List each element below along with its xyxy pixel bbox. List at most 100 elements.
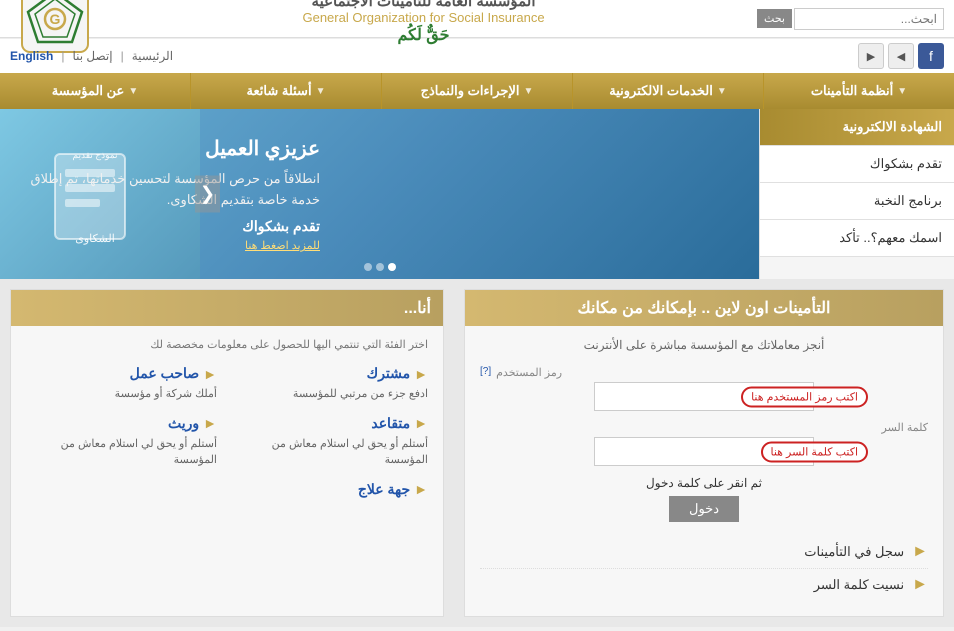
main-nav: ▼ أنظمة التأمينات ▼ الخدمات الالكترونية … bbox=[0, 73, 954, 109]
ana-cat-retired: ► متقاعد أستلم أو يحق لي استلام معاش من … bbox=[237, 415, 428, 469]
nav-item-label-4: أسئلة شائعة bbox=[247, 83, 312, 99]
login-actions: ثم انقر على كلمة دخول دخول bbox=[480, 476, 928, 522]
separator-1: | bbox=[121, 49, 124, 63]
online-insurance-panel: التأمينات اون لاين .. بإمكانك من مكانك أ… bbox=[464, 289, 944, 617]
ana-cat-title-subscriber[interactable]: ► مشترك bbox=[237, 365, 428, 382]
logo-text: المؤسسة العامة للتأمينات الاجتماعية Gene… bbox=[302, 0, 544, 45]
quick-link-label-1: سجل في التأمينات bbox=[804, 544, 904, 560]
search-area: بحث bbox=[757, 8, 944, 30]
ana-subtitle: اختر الفئة التي تنتمي اليها للحصول على م… bbox=[26, 338, 428, 351]
ana-cat-title-heir[interactable]: ► وريث bbox=[26, 415, 217, 432]
arabic-title: المؤسسة العامة للتأمينات الاجتماعية bbox=[302, 0, 544, 10]
contact-link[interactable]: إتصل بنا bbox=[72, 49, 112, 63]
nav-item-label-1: أنظمة التأمينات bbox=[811, 83, 893, 99]
cat-label-medical: جهة علاج bbox=[358, 481, 410, 498]
quick-link-forgot-password[interactable]: ► نسيت كلمة السر bbox=[480, 569, 928, 601]
nav-item-insurance-systems[interactable]: ▼ أنظمة التأمينات bbox=[763, 73, 954, 109]
side-panel-item-complaint[interactable]: تقدم بشكواك bbox=[760, 146, 954, 183]
cat-desc-retired: أستلم أو يحق لي استلام معاش من المؤسسة bbox=[237, 436, 428, 469]
ana-cat-title-employer[interactable]: ► صاحب عمل bbox=[26, 365, 217, 382]
svg-text:G: G bbox=[50, 11, 61, 27]
side-panel: الشهادة الالكترونية تقدم بشكواك برنامج ا… bbox=[759, 109, 954, 279]
nav-links-right: الرئيسية | إتصل بنا | English bbox=[10, 49, 173, 63]
login-hint: ثم انقر على كلمة دخول bbox=[480, 476, 928, 490]
nav-arrow-1: ▼ bbox=[897, 86, 907, 97]
password-label: كلمة السر bbox=[480, 421, 928, 434]
quick-link-register[interactable]: ► سجل في التأمينات bbox=[480, 536, 928, 569]
ana-panel-title: أنا... bbox=[11, 290, 443, 326]
username-help-link[interactable]: [?] bbox=[480, 366, 491, 379]
banner-indicator bbox=[364, 263, 396, 271]
organization-logo-icon: G bbox=[20, 0, 90, 54]
username-input-wrapper: اكتب رمز المستخدم هنا bbox=[480, 382, 928, 411]
quick-link-label-2: نسيت كلمة السر bbox=[814, 577, 904, 593]
share-icon-1[interactable]: ▶ bbox=[858, 43, 884, 69]
nav-item-faq[interactable]: ▼ أسئلة شائعة bbox=[190, 73, 381, 109]
nav-arrow-2: ▼ bbox=[717, 86, 727, 97]
indicator-dot-2[interactable] bbox=[376, 263, 384, 271]
nav-item-about[interactable]: ▼ عن المؤسسة bbox=[0, 73, 190, 109]
online-panel-subtitle: أنجز معاملاتك مع المؤسسة مباشرة على الأن… bbox=[480, 338, 928, 352]
nav-item-label-5: عن المؤسسة bbox=[52, 83, 125, 99]
nav-arrow-4: ▼ bbox=[316, 86, 326, 97]
indicator-dot-3[interactable] bbox=[364, 263, 372, 271]
cat-label-heir: وريث bbox=[168, 415, 199, 432]
nav-item-label-2: الخدمات الالكترونية bbox=[609, 83, 713, 99]
separator-2: | bbox=[61, 49, 64, 63]
ana-cat-title-retired[interactable]: ► متقاعد bbox=[237, 415, 428, 432]
banner-title: عزيزي العميل bbox=[20, 136, 320, 161]
username-label-text: رمز المستخدم bbox=[496, 366, 562, 379]
ana-cat-medical: ► جهة علاج bbox=[237, 481, 428, 502]
side-panel-item-elite[interactable]: برنامج النخبة bbox=[760, 183, 954, 220]
banner-area: الشهادة الالكترونية تقدم بشكواك برنامج ا… bbox=[0, 109, 954, 279]
logo-area: G bbox=[10, 0, 90, 54]
ana-panel: أنا... اختر الفئة التي تنتمي اليها للحصو… bbox=[10, 289, 444, 617]
quick-link-arrow-2: ► bbox=[912, 576, 928, 594]
cat-desc-subscriber: ادفع جزء من مرتبي للمؤسسة bbox=[237, 386, 428, 403]
banner-arrow-button[interactable]: ❮ bbox=[195, 176, 220, 213]
nav-item-electronic-services[interactable]: ▼ الخدمات الالكترونية bbox=[572, 73, 763, 109]
quick-links: ► سجل في التأمينات ► نسيت كلمة السر bbox=[480, 536, 928, 601]
cat-label-employer: صاحب عمل bbox=[130, 365, 200, 382]
password-input[interactable] bbox=[594, 437, 814, 466]
password-input-wrapper: اكتب كلمة السر هنا bbox=[480, 437, 928, 466]
indicator-dot-1[interactable] bbox=[388, 263, 396, 271]
banner-content: عزيزي العميل انطلاقاً من حرص المؤسسة لتح… bbox=[20, 136, 320, 253]
share-icon-2[interactable]: ◀ bbox=[888, 43, 914, 69]
tagline: حَقٌّ لَكُم bbox=[302, 25, 544, 45]
cat-desc-heir: أستلم أو يحق لي استلام معاش من المؤسسة bbox=[26, 436, 217, 469]
banner-more-link[interactable]: للمزيد اضغط هنا bbox=[20, 239, 320, 252]
quick-link-arrow-1: ► bbox=[912, 543, 928, 561]
ana-cat-heir: ► وريث أستلم أو يحق لي استلام معاش من ال… bbox=[26, 415, 217, 469]
cat-label-retired: متقاعد bbox=[371, 415, 410, 432]
nav-item-procedures[interactable]: ▼ الإجراءات والنماذج bbox=[381, 73, 572, 109]
home-link[interactable]: الرئيسية bbox=[132, 49, 173, 63]
ana-categories: ► مشترك ادفع جزء من مرتبي للمؤسسة ► صاحب… bbox=[26, 365, 428, 502]
ana-cat-title-medical[interactable]: ► جهة علاج bbox=[237, 481, 428, 498]
facebook-icon[interactable]: f bbox=[918, 43, 944, 69]
banner-main: الشكاوى نموذج تقديم ❮ عزيزي العميل انطلا… bbox=[0, 109, 759, 279]
main-content: التأمينات اون لاين .. بإمكانك من مكانك أ… bbox=[0, 279, 954, 627]
side-panel-item-certificate[interactable]: الشهادة الالكترونية bbox=[760, 109, 954, 146]
top-bar: بحث المؤسسة العامة للتأمينات الاجتماعية … bbox=[0, 0, 954, 38]
cat-arrow-icon-2: ► bbox=[203, 366, 217, 382]
nav-arrow-5: ▼ bbox=[128, 86, 138, 97]
password-section: كلمة السر اكتب كلمة السر هنا bbox=[480, 421, 928, 466]
nav-item-label-3: الإجراءات والنماذج bbox=[421, 83, 520, 99]
cat-arrow-icon-4: ► bbox=[203, 415, 217, 431]
username-label: رمز المستخدم [?] bbox=[480, 366, 928, 379]
username-section: رمز المستخدم [?] اكتب رمز المستخدم هنا bbox=[480, 366, 928, 411]
side-panel-item-verify[interactable]: اسمك معهم؟.. تأكد bbox=[760, 220, 954, 257]
online-panel-title: التأمينات اون لاين .. بإمكانك من مكانك bbox=[465, 290, 943, 326]
search-input[interactable] bbox=[794, 8, 944, 30]
username-input[interactable] bbox=[594, 382, 814, 411]
english-link[interactable]: English bbox=[10, 49, 53, 63]
cat-arrow-icon-1: ► bbox=[414, 366, 428, 382]
search-button[interactable]: بحث bbox=[757, 9, 792, 28]
ana-cat-employer: ► صاحب عمل أملك شركة أو مؤسسة bbox=[26, 365, 217, 403]
cat-desc-employer: أملك شركة أو مؤسسة bbox=[26, 386, 217, 403]
cat-arrow-icon-3: ► bbox=[414, 415, 428, 431]
login-button[interactable]: دخول bbox=[669, 496, 739, 522]
nav-arrow-3: ▼ bbox=[523, 86, 533, 97]
banner-subtitle: تقدم بشكواك bbox=[20, 218, 320, 235]
